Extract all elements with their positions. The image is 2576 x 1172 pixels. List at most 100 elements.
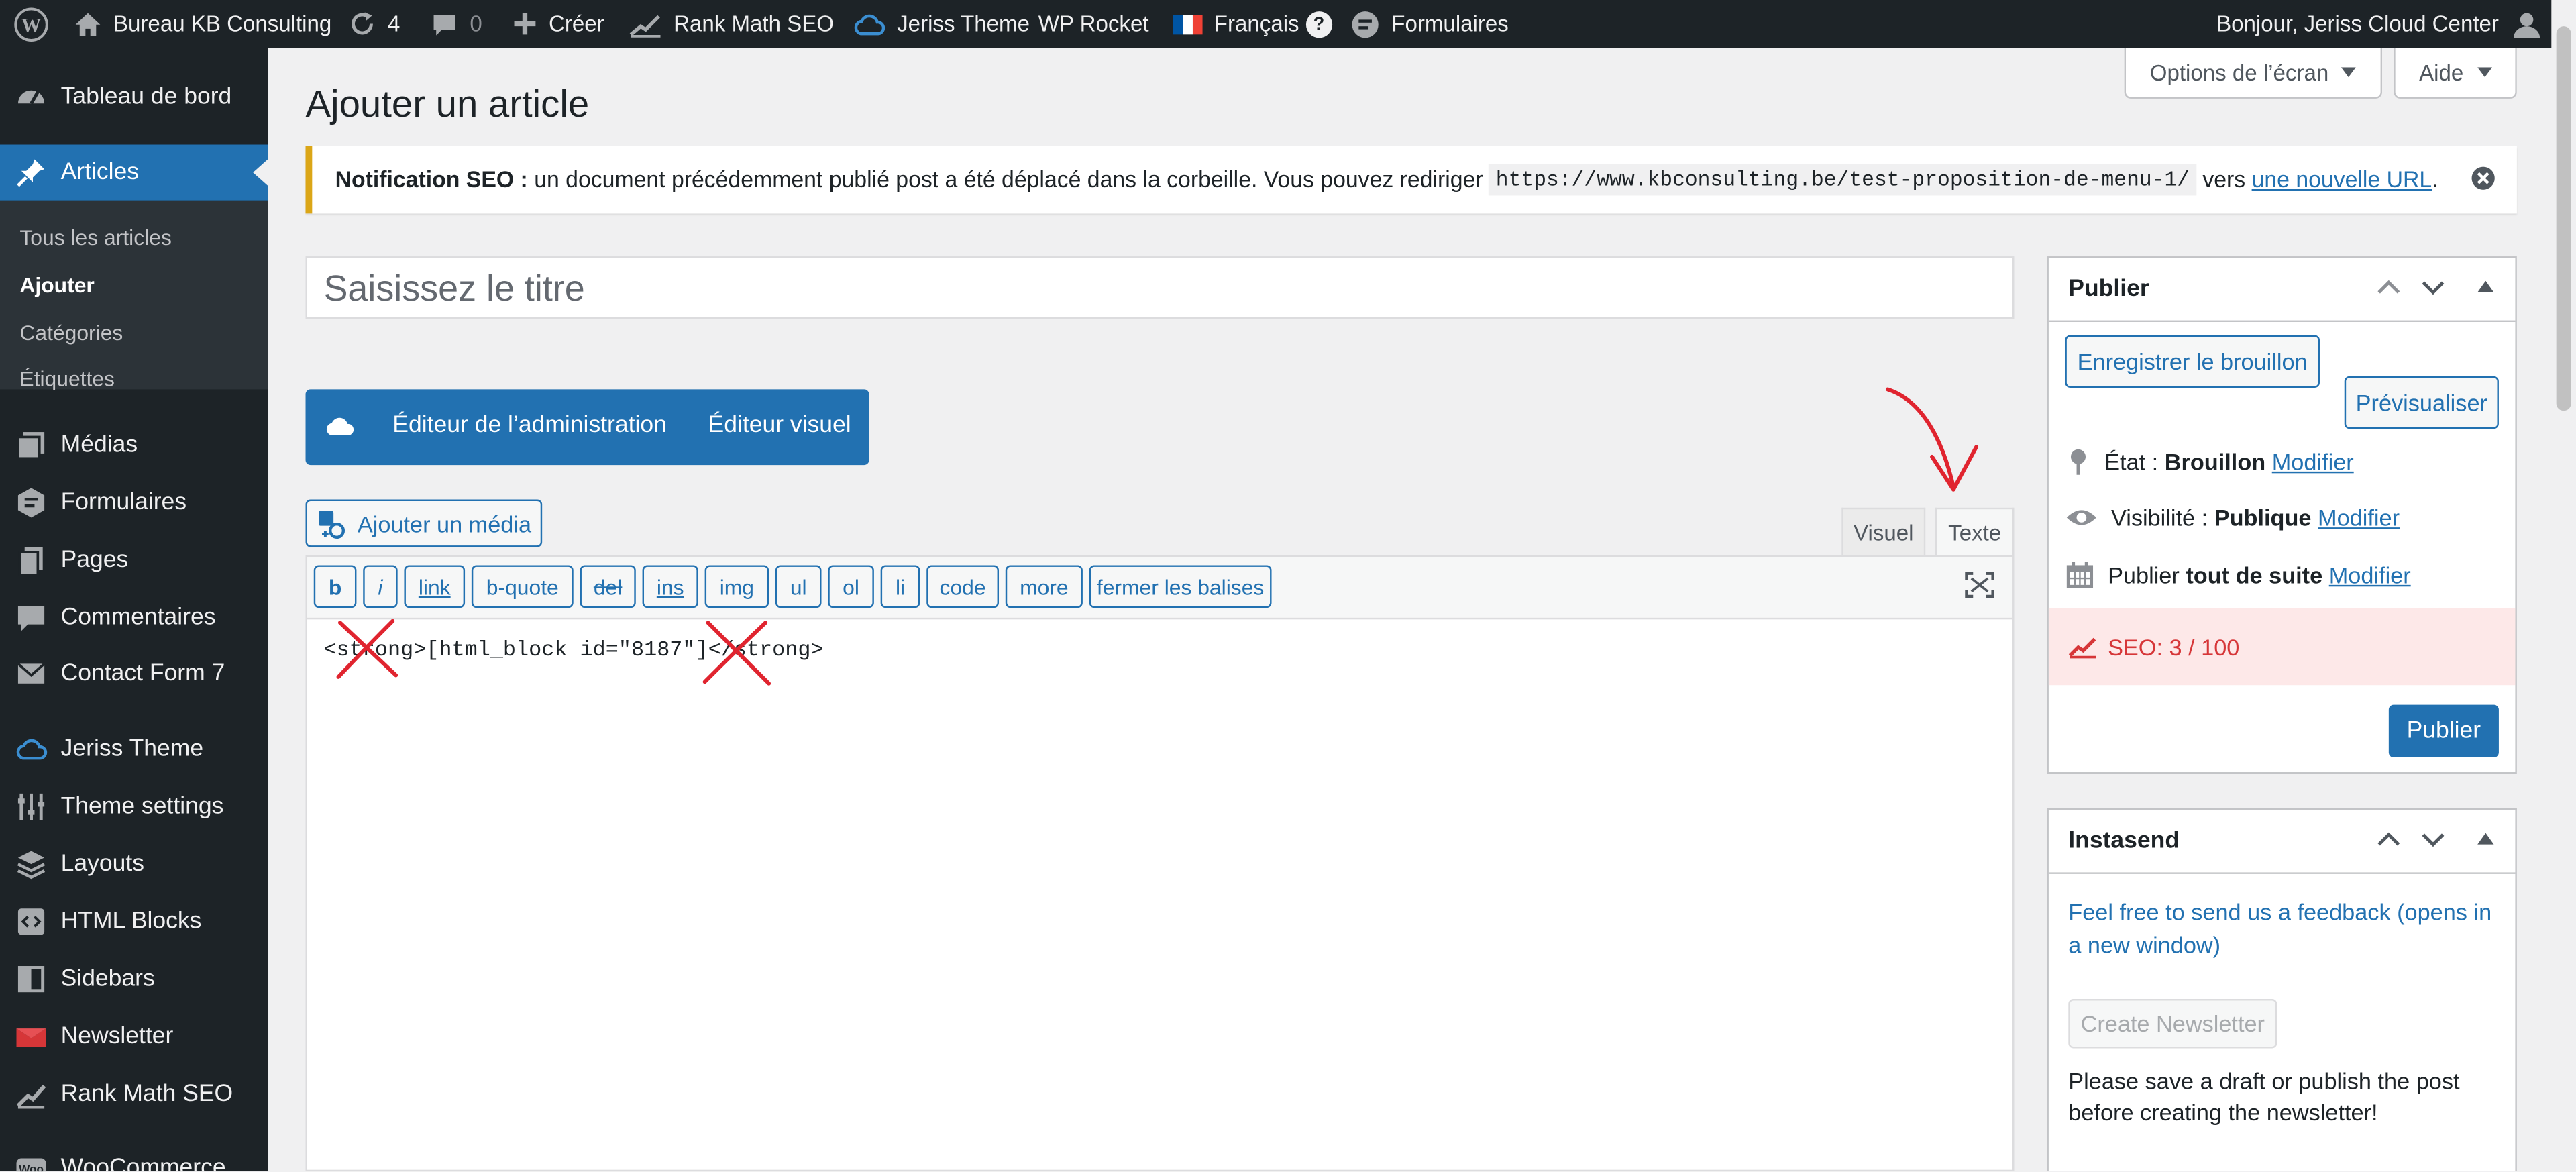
- menu-posts[interactable]: Articles: [0, 144, 268, 201]
- notice-url: https://www.kbconsulting.be/test-proposi…: [1489, 164, 2196, 196]
- rank-math-icon: [2068, 637, 2096, 658]
- qt-del-button[interactable]: del: [580, 565, 636, 608]
- chevron-up-icon[interactable]: [2375, 279, 2402, 295]
- menu-label: Newsletter: [60, 1023, 174, 1050]
- wp-rocket-link[interactable]: WP Rocket: [1038, 0, 1149, 48]
- qt-italic-button[interactable]: i: [363, 565, 398, 608]
- qt-ins-button[interactable]: ins: [642, 565, 698, 608]
- annotation-cross-icon: [702, 621, 771, 686]
- rank-math-link[interactable]: Rank Math SEO: [629, 0, 834, 48]
- chevron-down-icon[interactable]: [2420, 831, 2446, 847]
- menu-label: Jeriss Theme: [60, 736, 204, 763]
- eye-icon: [2066, 510, 2096, 525]
- menu-dashboard[interactable]: Tableau de bord: [0, 69, 268, 125]
- menu-rank-math[interactable]: Rank Math SEO: [0, 1066, 268, 1122]
- menu-pages[interactable]: Pages: [0, 532, 268, 588]
- menu-comments[interactable]: Commentaires: [0, 590, 268, 645]
- qt-bold-button[interactable]: b: [313, 565, 357, 608]
- site-name: Bureau KB Consulting: [113, 11, 332, 36]
- menu-media[interactable]: Médias: [0, 417, 268, 473]
- qt-more-button[interactable]: more: [1005, 565, 1083, 608]
- preview-button[interactable]: Prévisualiser: [2344, 376, 2499, 429]
- submenu-categories[interactable]: Catégories: [19, 321, 123, 345]
- new-label: Créer: [548, 11, 604, 36]
- edit-status-link[interactable]: Modifier: [2272, 449, 2354, 475]
- add-media-label: Ajouter un média: [357, 510, 532, 537]
- forms-icon: [1352, 10, 1379, 38]
- updates-link[interactable]: 4: [348, 0, 400, 48]
- tab-visual[interactable]: Visuel: [1841, 507, 1926, 555]
- qt-img-button[interactable]: img: [704, 565, 769, 608]
- current-arrow: [253, 159, 268, 186]
- dismiss-icon[interactable]: [2471, 166, 2496, 191]
- dashboard-icon: [17, 90, 45, 105]
- forms-icon: [17, 488, 45, 518]
- chevron-up-icon[interactable]: [2375, 831, 2402, 847]
- caret-down-icon: [2341, 67, 2357, 78]
- chevron-down-icon[interactable]: [2420, 279, 2446, 295]
- edit-visibility-link[interactable]: Modifier: [2318, 504, 2400, 531]
- comments-link[interactable]: 0: [431, 0, 482, 48]
- comment-icon: [17, 606, 45, 631]
- edit-schedule-link[interactable]: Modifier: [2329, 562, 2411, 588]
- qt-code-button[interactable]: code: [926, 565, 999, 608]
- qt-blockquote-button[interactable]: b-quote: [471, 565, 574, 608]
- help-label: Aide: [2419, 60, 2464, 85]
- caret-down-icon: [2476, 67, 2491, 78]
- menu-contact-form-7[interactable]: Contact Form 7: [0, 645, 268, 701]
- wordpress-logo-icon[interactable]: W: [13, 0, 61, 48]
- fullscreen-icon[interactable]: [1965, 572, 1994, 598]
- menu-forms[interactable]: Formulaires: [0, 475, 268, 531]
- menu-newsletter[interactable]: Newsletter: [0, 1009, 268, 1065]
- admin-editor-link[interactable]: Éditeur de l’administration: [392, 413, 667, 439]
- publish-label: Publier: [2108, 562, 2180, 588]
- qt-link-button[interactable]: link: [404, 565, 466, 608]
- publish-button[interactable]: Publier: [2388, 704, 2499, 757]
- submenu-tags[interactable]: Étiquettes: [19, 366, 115, 391]
- visibility-value: Publique: [2214, 504, 2312, 531]
- create-newsletter-button[interactable]: Create Newsletter: [2068, 998, 2277, 1049]
- page-scrollbar[interactable]: [2551, 0, 2576, 1172]
- menu-sidebars[interactable]: Sidebars: [0, 951, 268, 1007]
- pin-icon: [2070, 449, 2086, 475]
- language-switcher[interactable]: Français ?: [1173, 0, 1332, 48]
- visual-editor-link[interactable]: Éditeur visuel: [708, 413, 851, 439]
- new-url-link[interactable]: une nouvelle URL: [2252, 168, 2432, 193]
- tab-text[interactable]: Texte: [1935, 507, 2015, 557]
- screen-options-button[interactable]: Options de l’écran: [2124, 48, 2383, 99]
- qt-ul-button[interactable]: ul: [775, 565, 822, 608]
- submenu-all-posts[interactable]: Tous les articles: [19, 225, 171, 250]
- site-name-link[interactable]: Bureau KB Consulting: [74, 0, 331, 48]
- menu-jeriss-theme[interactable]: Jeriss Theme: [0, 721, 268, 777]
- language-label: Français: [1214, 11, 1299, 36]
- qt-li-button[interactable]: li: [880, 565, 920, 608]
- updates-count: 4: [387, 11, 400, 36]
- qt-ol-button[interactable]: ol: [828, 565, 874, 608]
- new-content-link[interactable]: Créer: [513, 0, 604, 48]
- help-tab-button[interactable]: Aide: [2394, 48, 2517, 99]
- jeriss-theme-link[interactable]: Jeriss Theme: [853, 0, 1030, 48]
- avatar-icon: [2513, 12, 2540, 38]
- seo-score: SEO: 3 / 100: [2108, 633, 2240, 660]
- toggle-arrow-icon[interactable]: [2477, 280, 2494, 292]
- annotation-cross-icon: [336, 619, 398, 679]
- menu-woocommerce[interactable]: Woo WooCommerce: [0, 1140, 268, 1172]
- save-draft-button[interactable]: Enregistrer le brouillon: [2065, 335, 2320, 388]
- menu-theme-settings[interactable]: Theme settings: [0, 779, 268, 835]
- refresh-icon: [352, 12, 373, 35]
- menu-layouts[interactable]: Layouts: [0, 837, 268, 892]
- code-block-icon: [17, 908, 45, 935]
- my-account-link[interactable]: Bonjour, Jeriss Cloud Center: [2216, 0, 2553, 48]
- add-media-button[interactable]: Ajouter un média: [305, 499, 543, 547]
- menu-html-blocks[interactable]: HTML Blocks: [0, 894, 268, 949]
- qt-close-tags-button[interactable]: fermer les balises: [1089, 565, 1272, 608]
- help-circle-icon[interactable]: ?: [1305, 10, 1332, 38]
- wp-admin-screen: W Bureau KB Consulting 4 0 Créer Rank Ma…: [0, 0, 2576, 1172]
- seo-score-row[interactable]: SEO: 3 / 100: [2048, 608, 2516, 686]
- toggle-arrow-icon[interactable]: [2477, 833, 2494, 845]
- scrollbar-thumb[interactable]: [2556, 26, 2571, 411]
- forms-link[interactable]: Formulaires: [1350, 0, 1509, 48]
- post-title-input[interactable]: Saisissez le titre: [305, 256, 2015, 319]
- feedback-link[interactable]: Feel free to send us a feedback (opens i…: [2068, 896, 2499, 961]
- submenu-add-new[interactable]: Ajouter: [19, 273, 94, 298]
